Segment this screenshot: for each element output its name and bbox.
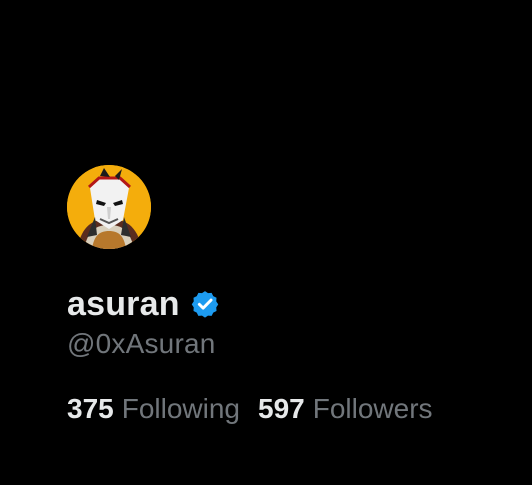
followers-label: Followers — [312, 393, 433, 424]
display-name: asuran — [67, 285, 180, 323]
followers-link[interactable]: 597 Followers — [258, 390, 433, 428]
profile-stats: 375 Following 597 Followers — [67, 390, 433, 428]
profile-card: asuran @0xAsuran 375 Following 597 Follo… — [0, 0, 532, 485]
name-row: asuran — [67, 282, 220, 326]
avatar-image — [67, 165, 151, 249]
following-count: 375 — [67, 393, 114, 424]
avatar[interactable] — [67, 165, 151, 249]
followers-count: 597 — [258, 393, 305, 424]
verified-badge-icon — [190, 289, 220, 319]
following-link[interactable]: 375 Following — [67, 390, 240, 428]
profile-handle: @0xAsuran — [67, 328, 216, 359]
following-label: Following — [121, 393, 240, 424]
